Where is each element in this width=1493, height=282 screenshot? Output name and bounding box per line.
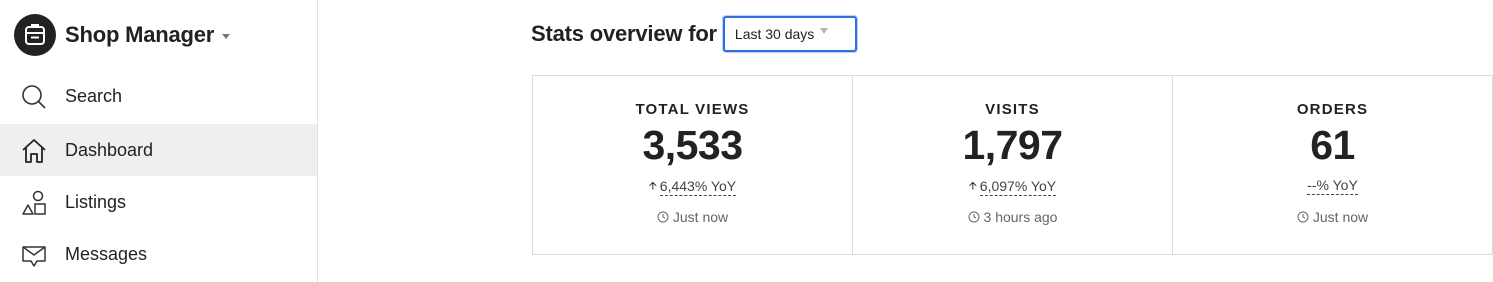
stats-card: TOTAL VIEWS 3,533 🡩 6,443% YoY Just now … [532,75,1493,255]
sidebar-item-dashboard[interactable]: Dashboard [0,124,317,176]
date-range-value: Last 30 days [734,26,815,42]
stat-updated: Just now [1173,209,1492,225]
sidebar-item-listings[interactable]: Listings [0,176,317,228]
home-icon [20,137,48,165]
sidebar-item-label: Listings [65,191,127,212]
stat-change: 🡩 6,443% YoY [533,177,852,196]
stat-value: 61 [1310,122,1355,168]
shop-manager-title: Shop Manager [65,22,215,47]
stat-change-text[interactable]: 6,443% YoY [659,178,737,196]
stat-visits[interactable]: VISITS 1,797 🡩 6,097% YoY 3 hours ago [853,76,1173,254]
sidebar-item-label: Search [65,85,123,106]
clock-icon [968,211,980,223]
shapes-icon [20,189,48,217]
stat-updated: 3 hours ago [853,209,1172,225]
stat-label: VISITS [985,101,1040,118]
stat-label: ORDERS [1296,101,1369,118]
stat-updated: Just now [533,209,852,225]
shop-manager-menu[interactable]: Shop Manager [14,14,231,56]
stat-value: 3,533 [642,122,743,168]
stats-header: Stats overview for Last 30 days [531,16,857,52]
caret-down-icon [820,28,829,34]
shop-logo-icon [14,14,56,56]
date-range-select[interactable]: Last 30 days [722,16,857,52]
search-icon [20,83,48,111]
stat-orders[interactable]: ORDERS 61 --% YoY Just now [1173,76,1493,254]
sidebar-item-label: Dashboard [65,139,154,160]
sidebar-item-messages[interactable]: Messages [0,228,317,280]
sidebar-item-label: Messages [65,243,148,264]
stat-change-text[interactable]: --% YoY [1307,177,1358,195]
clock-icon [657,211,669,223]
stat-value: 1,797 [962,122,1063,168]
stat-total-views[interactable]: TOTAL VIEWS 3,533 🡩 6,443% YoY Just now [533,76,853,254]
stats-title: Stats overview for [531,21,717,46]
sidebar-item-search[interactable]: Search [0,70,317,122]
stat-change: --% YoY [1173,177,1492,195]
stat-updated-text: Just now [672,209,729,225]
caret-down-icon [222,34,231,39]
stat-change: 🡩 6,097% YoY [853,177,1172,196]
envelope-icon [20,241,48,269]
stat-updated-text: Just now [1312,209,1369,225]
stat-label: TOTAL VIEWS [635,101,750,118]
stat-updated-text: 3 hours ago [983,209,1058,225]
arrow-up-icon: 🡩 [648,180,657,192]
arrow-up-icon: 🡩 [968,180,977,192]
clock-icon [1297,211,1309,223]
sidebar: Shop Manager Search Dashboard Listings M… [0,0,318,282]
stat-change-text[interactable]: 6,097% YoY [979,178,1057,196]
